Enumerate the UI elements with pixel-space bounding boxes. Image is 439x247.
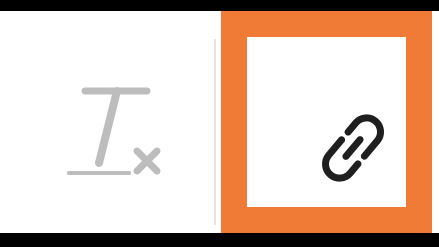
screenshot-frame: [0, 0, 439, 247]
insert-link-button[interactable]: [273, 63, 432, 233]
clear-format-icon: [55, 71, 165, 181]
clear-formatting-button[interactable]: [40, 56, 180, 196]
highlight-box: [221, 11, 432, 233]
link-icon: [308, 103, 398, 193]
toolbar-separator: [214, 39, 216, 225]
